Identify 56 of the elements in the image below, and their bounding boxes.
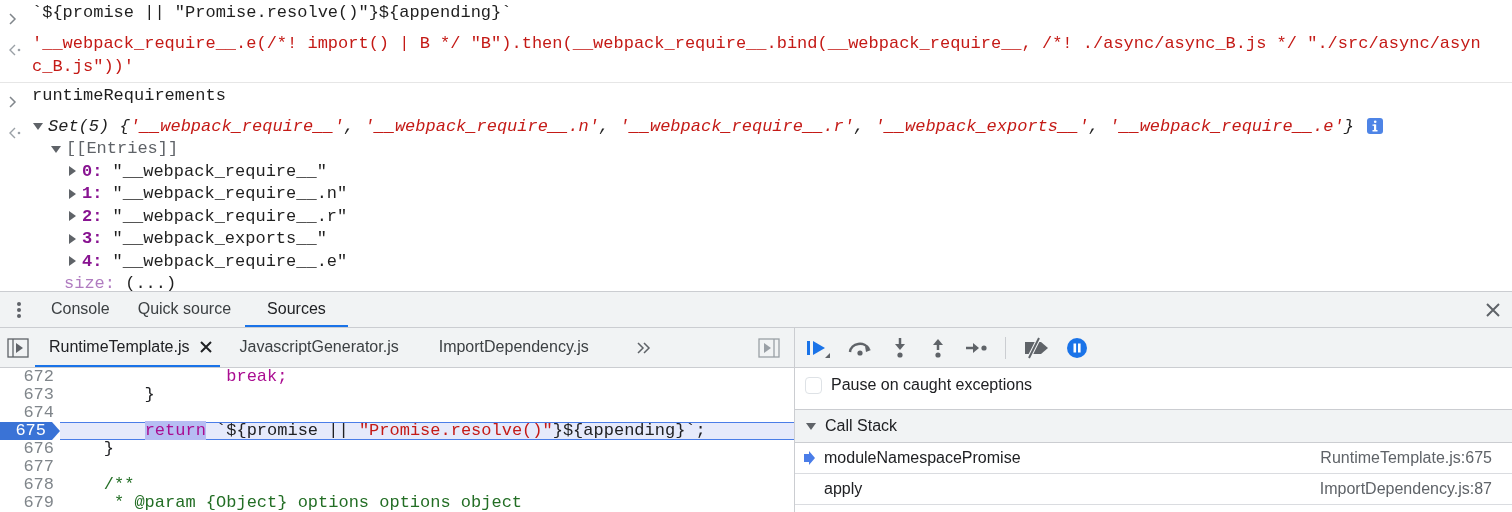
collapse-triangle-icon[interactable] [66,166,78,177]
file-tab[interactable]: JavascriptGenerator.js [219,328,419,367]
file-tab[interactable]: ImportDependency.js [418,328,609,367]
entry-text: 4: "__webpack_require__.e" [82,250,348,273]
entries-label: [[Entries]] [66,138,179,161]
more-tabs-icon[interactable] [636,341,651,354]
expand-triangle-icon[interactable] [32,121,44,132]
collapse-triangle-icon[interactable] [66,188,78,199]
pause-on-exceptions-icon[interactable] [1066,336,1088,359]
file-tab[interactable]: RuntimeTemplate.js [35,328,220,367]
entry-text: 1: "__webpack_require__.n" [82,183,348,206]
prompt-icon [9,12,17,25]
code-line: } [102,440,115,458]
deactivate-breakpoints-icon[interactable] [1022,336,1050,359]
frame-name: moduleNamespacePromise [824,448,1021,468]
expand-triangle-icon[interactable] [805,421,817,431]
input-command-text: `${promise || "Promise.resolve()"}${appending}` [32,2,513,24]
line-number: 677 [22,458,55,476]
result-arrow-icon [9,126,21,139]
section-title[interactable]: Call Stack [825,414,898,438]
object-summary: Set(5) {'__webpack_require__', '__webpack_require__.n', '__webpack_require__.r', '__webpack_exports__', '__webpack_require__.e'} [48,115,1354,138]
entry-text: 0: "__webpack_require__" [82,160,327,183]
code-line: /** [102,476,136,494]
input-command-text: runtimeRequirements [32,85,227,107]
prompt-icon [9,95,17,108]
navigator-toggle-icon[interactable] [7,337,29,358]
line-number: 679 [22,494,55,512]
debugger-toggle-icon[interactable] [758,337,780,358]
collapse-triangle-icon[interactable] [66,211,78,222]
call-frame[interactable]: apply ImportDependency.js:87 [795,474,1512,505]
line-number: 675 [0,422,60,440]
result-arrow-icon [9,43,21,56]
call-frame[interactable]: moduleNamespacePromise RuntimeTemplate.js:675 [795,443,1512,474]
entry-text: 2: "__webpack_require__.r" [82,205,348,228]
line-number: 672 [22,368,55,386]
frame-location: ImportDependency.js:87 [1319,479,1492,499]
entry-text: 3: "__webpack_exports__" [82,228,327,251]
result-text: '__webpack_require__.e(/*! import() | B */ "B").then(__webpack_require__.bind(__webpack_require__, /*! ./async/async_B.js */ "./src/async/async_B.js"))' [32,33,1481,78]
expand-triangle-icon[interactable] [50,143,62,154]
frame-name: apply [824,479,863,499]
checkbox-label: Pause on caught exceptions [831,375,1033,395]
close-icon[interactable] [1486,303,1500,317]
collapse-triangle-icon[interactable] [66,233,78,244]
code-line: break; [225,368,289,386]
code-line: } [143,386,156,404]
code-line: * @param {Object} options options object [113,494,524,512]
close-tab-icon[interactable] [199,340,212,353]
line-number: 673 [22,386,55,404]
more-menu-icon[interactable] [15,300,23,320]
line-number: 676 [22,440,55,458]
line-number: 678 [22,476,55,494]
line-number: 674 [22,404,55,422]
collapse-triangle-icon[interactable] [66,256,78,267]
info-icon[interactable] [1365,117,1384,136]
checkbox[interactable] [805,376,822,394]
frame-location: RuntimeTemplate.js:675 [1320,448,1492,468]
